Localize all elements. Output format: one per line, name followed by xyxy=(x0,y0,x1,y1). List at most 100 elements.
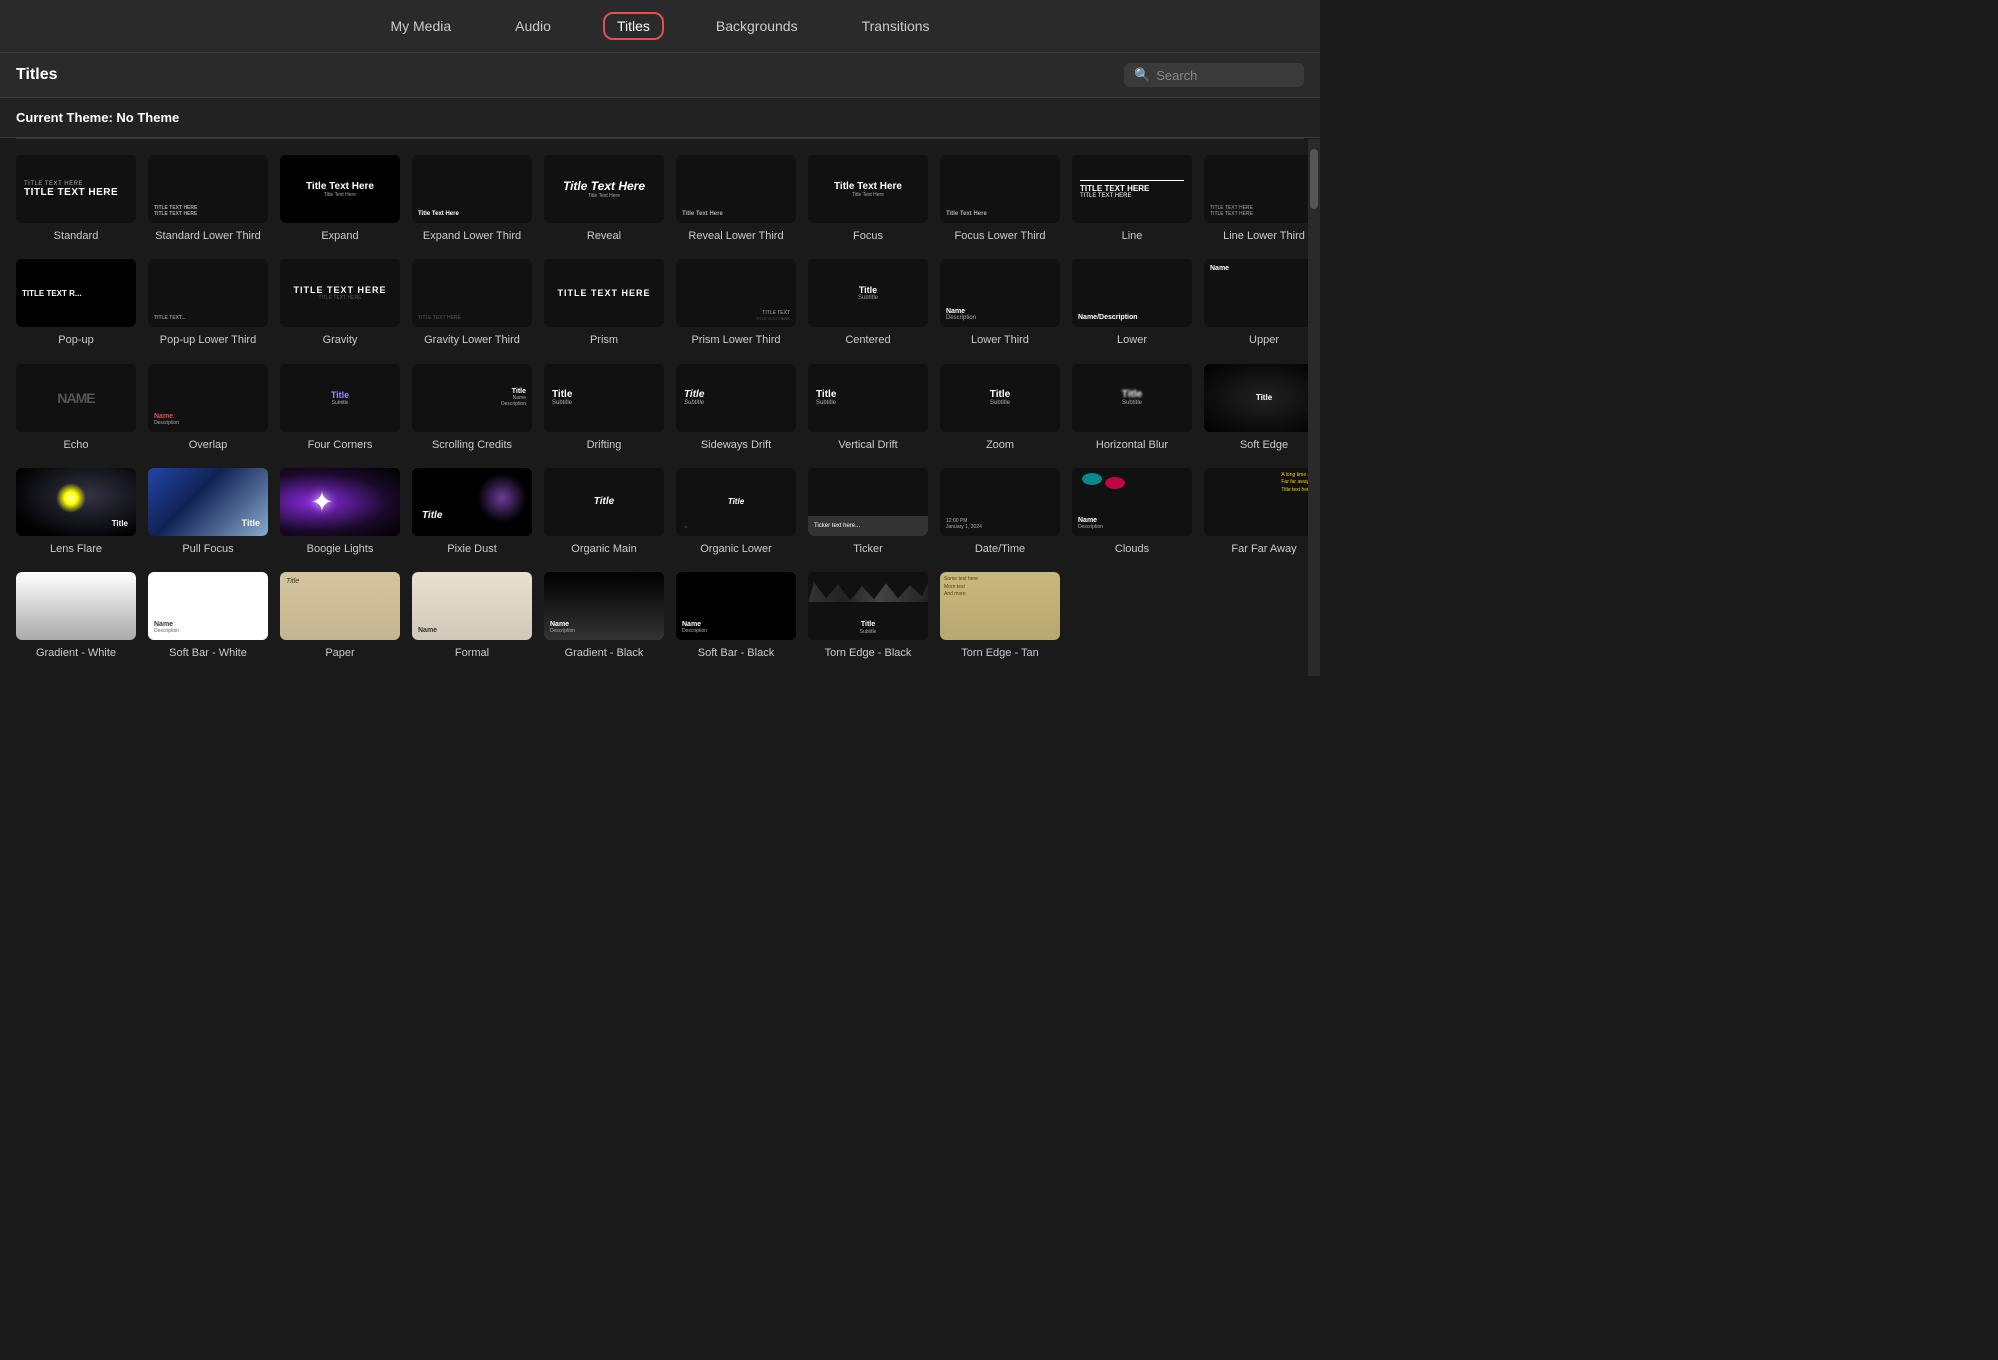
grid-item-clouds[interactable]: NameDescriptionClouds xyxy=(1072,468,1192,556)
thumb-lower_third: NameDescription xyxy=(940,259,1060,327)
thumb-line_lower: TITLE TEXT HERETITLE TEXT HERE xyxy=(1204,155,1320,223)
grid-item-standard-lower-third[interactable]: TITLE TEXT HERETITLE TEXT HEREStandard L… xyxy=(148,155,268,243)
scrollbar[interactable] xyxy=(1308,139,1320,676)
grid-item-boogie-lights[interactable]: ✦Boogie Lights xyxy=(280,468,400,556)
grid-item-gravity[interactable]: TITLE TEXT HERETITLE TEXT HEREGravity xyxy=(280,259,400,347)
grid-item-soft-bar---white[interactable]: NameDescriptionSoft Bar - White xyxy=(148,572,268,660)
search-input[interactable] xyxy=(1156,68,1296,83)
thumb-scrolling: TitleNameDescription xyxy=(412,364,532,432)
search-box[interactable]: 🔍 xyxy=(1124,63,1304,87)
grid-item-standard[interactable]: TITLE TEXT HERETITLE TEXT HEREStandard xyxy=(16,155,136,243)
grid-item-ticker[interactable]: Ticker text here...Ticker xyxy=(808,468,928,556)
item-label: Gravity xyxy=(323,333,358,347)
grid-item-gravity-lower-third[interactable]: TITLE TEXT HEREGravity Lower Third xyxy=(412,259,532,347)
nav-transitions[interactable]: Transitions xyxy=(850,14,942,38)
grid-item-focus-lower-third[interactable]: Title Text HereFocus Lower Third xyxy=(940,155,1060,243)
item-label: Echo xyxy=(63,438,88,452)
thumb-clouds: NameDescription xyxy=(1072,468,1192,536)
grid-item-sideways-drift[interactable]: TitleSubtitleSideways Drift xyxy=(676,364,796,452)
grid-item-organic-main[interactable]: TitleOrganic Main xyxy=(544,468,664,556)
grid-item-lens-flare[interactable]: Title Lens Flare xyxy=(16,468,136,556)
scrollbar-thumb[interactable] xyxy=(1310,149,1318,209)
grid-item-reveal[interactable]: Title Text HereTitle Text HereReveal xyxy=(544,155,664,243)
thumb-reveal_lower: Title Text Here xyxy=(676,155,796,223)
thumb-centered: TitleSubtitle xyxy=(808,259,928,327)
item-label: Upper xyxy=(1249,333,1279,347)
thumb-boogie: ✦ xyxy=(280,468,400,536)
grid-item-upper[interactable]: Name Upper xyxy=(1204,259,1320,347)
grid-item-scrolling-credits[interactable]: TitleNameDescription Scrolling Credits xyxy=(412,364,532,452)
item-label: Torn Edge - Black xyxy=(825,646,912,660)
grid-item-echo[interactable]: NAME Echo xyxy=(16,364,136,452)
content-area: TITLE TEXT HERETITLE TEXT HEREStandardTI… xyxy=(0,139,1320,676)
item-label: Reveal xyxy=(587,229,621,243)
thumb-standard_lower: TITLE TEXT HERETITLE TEXT HERE xyxy=(148,155,268,223)
item-label: Scrolling Credits xyxy=(432,438,512,452)
thumb-ticker: Ticker text here... xyxy=(808,468,928,536)
thumb-datetime: 12:00 PMJanuary 1, 2024 xyxy=(940,468,1060,536)
item-label: Soft Bar - White xyxy=(169,646,247,660)
item-label: Paper xyxy=(325,646,354,660)
grid-item-lower[interactable]: Name/DescriptionLower xyxy=(1072,259,1192,347)
thumb-lensflare: Title xyxy=(16,468,136,536)
grid-item-centered[interactable]: TitleSubtitle Centered xyxy=(808,259,928,347)
grid-item-expand[interactable]: Title Text HereTitle Text HereExpand xyxy=(280,155,400,243)
item-label: Standard xyxy=(54,229,99,243)
grid-item-focus[interactable]: Title Text HereTitle Text HereFocus xyxy=(808,155,928,243)
item-label: Expand Lower Third xyxy=(423,229,521,243)
grid-item-vertical-drift[interactable]: TitleSubtitleVertical Drift xyxy=(808,364,928,452)
grid-item-overlap[interactable]: NameDescriptionOverlap xyxy=(148,364,268,452)
item-label: Lens Flare xyxy=(50,542,102,556)
grid-item-soft-edge[interactable]: TitleSoft Edge xyxy=(1204,364,1320,452)
grid-item-torn-edge---tan[interactable]: Some text hereMore textAnd moreTorn Edge… xyxy=(940,572,1060,660)
grid-item-far-far-away[interactable]: A long time ago...Far far awayTitle text… xyxy=(1204,468,1320,556)
item-label: Pop-up Lower Third xyxy=(160,333,256,347)
thumb-echo: NAME xyxy=(16,364,136,432)
grid-item-organic-lower[interactable]: Title~Organic Lower xyxy=(676,468,796,556)
grid-item-horizontal-blur[interactable]: TitleSubtitle Horizontal Blur xyxy=(1072,364,1192,452)
nav-my-media[interactable]: My Media xyxy=(378,14,463,38)
grid-item-torn-edge---black[interactable]: TitleSubtitleTorn Edge - Black xyxy=(808,572,928,660)
grid-item-date-time[interactable]: 12:00 PMJanuary 1, 2024Date/Time xyxy=(940,468,1060,556)
grid-item-soft-bar---black[interactable]: NameDescriptionSoft Bar - Black xyxy=(676,572,796,660)
grid-item-prism[interactable]: TITLE TEXT HEREPrism xyxy=(544,259,664,347)
thumb-gravity_lower: TITLE TEXT HERE xyxy=(412,259,532,327)
grid-item-gradient---white[interactable]: Gradient - White xyxy=(16,572,136,660)
grid-item-formal[interactable]: NameFormal xyxy=(412,572,532,660)
grid-item-expand-lower-third[interactable]: Title Text HereExpand Lower Third xyxy=(412,155,532,243)
item-label: Lower xyxy=(1117,333,1147,347)
thumb-gradient_black: NameDescription xyxy=(544,572,664,640)
grid-item-paper[interactable]: TitlePaper xyxy=(280,572,400,660)
grid-item-lower-third[interactable]: NameDescriptionLower Third xyxy=(940,259,1060,347)
item-label: Organic Lower xyxy=(700,542,772,556)
thumb-farfaraway: A long time ago...Far far awayTitle text… xyxy=(1204,468,1320,536)
grid-item-line-lower-third[interactable]: TITLE TEXT HERETITLE TEXT HERELine Lower… xyxy=(1204,155,1320,243)
item-label: Centered xyxy=(845,333,890,347)
grid-item-gradient---black[interactable]: NameDescriptionGradient - Black xyxy=(544,572,664,660)
grid-item-pop-up-lower-third[interactable]: TITLE TEXT... Pop-up Lower Third xyxy=(148,259,268,347)
item-label: Far Far Away xyxy=(1231,542,1296,556)
grid-item-zoom[interactable]: TitleSubtitleZoom xyxy=(940,364,1060,452)
thumb-hblur: TitleSubtitle xyxy=(1072,364,1192,432)
thumb-pullfocus: Title xyxy=(148,468,268,536)
item-label: Soft Bar - Black xyxy=(698,646,774,660)
grid-item-four-corners[interactable]: TitleSubtitleFour Corners xyxy=(280,364,400,452)
thumb-popup_lower: TITLE TEXT... xyxy=(148,259,268,327)
thumb-focus_lower: Title Text Here xyxy=(940,155,1060,223)
grid-item-line[interactable]: TITLE TEXT HERETITLE TEXT HERELine xyxy=(1072,155,1192,243)
thumb-popup: TITLE TEXT R... xyxy=(16,259,136,327)
item-label: Horizontal Blur xyxy=(1096,438,1168,452)
grid-item-pop-up[interactable]: TITLE TEXT R... Pop-up xyxy=(16,259,136,347)
grid-item-pixie-dust[interactable]: TitlePixie Dust xyxy=(412,468,532,556)
thumb-upper: Name xyxy=(1204,259,1320,327)
grid-item-reveal-lower-third[interactable]: Title Text HereReveal Lower Third xyxy=(676,155,796,243)
nav-titles[interactable]: Titles xyxy=(603,12,664,40)
header-bar: Titles 🔍 xyxy=(0,53,1320,98)
item-label: Line xyxy=(1122,229,1143,243)
nav-backgrounds[interactable]: Backgrounds xyxy=(704,14,810,38)
item-label: Pop-up xyxy=(58,333,93,347)
nav-audio[interactable]: Audio xyxy=(503,14,563,38)
grid-item-drifting[interactable]: TitleSubtitleDrifting xyxy=(544,364,664,452)
grid-item-pull-focus[interactable]: TitlePull Focus xyxy=(148,468,268,556)
grid-item-prism-lower-third[interactable]: TITLE TEXTTITLE TEXT HEREPrism Lower Thi… xyxy=(676,259,796,347)
